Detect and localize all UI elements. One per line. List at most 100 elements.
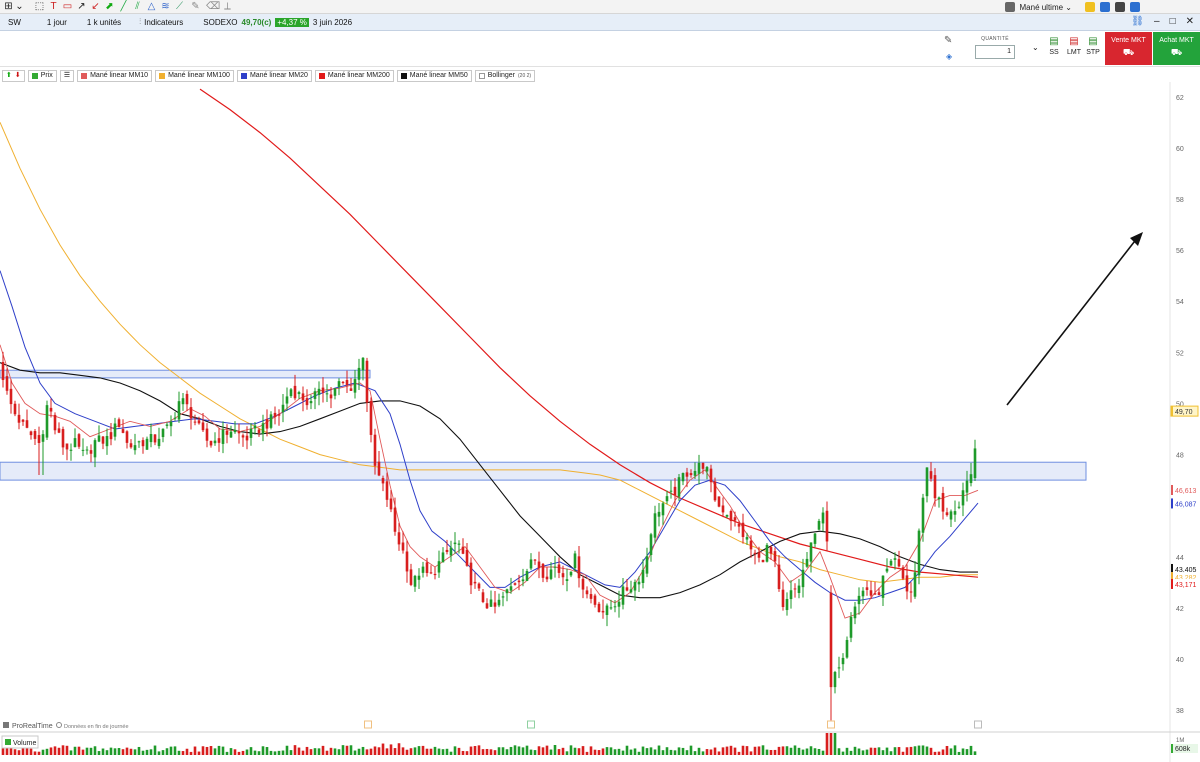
candle-body [573,553,577,569]
legend-mm50[interactable]: Mané linear MM50 [396,69,472,82]
save-icon[interactable] [1004,2,1015,12]
order-stp-icon: ▤ [1088,36,1098,47]
price-tag-marker [1171,485,1173,496]
price-candle [45,400,49,440]
ticker-select[interactable]: SW [8,18,21,27]
volume-bar [1,747,5,755]
volume-bar [337,749,341,755]
volume-bar [165,748,169,755]
candle-body [665,496,669,502]
volume-bar [557,749,561,755]
units-select[interactable]: 1 k unités [87,18,121,27]
pencil-icon[interactable]: ✎ [190,1,201,12]
screen-icon[interactable] [1115,2,1125,12]
eraser-icon[interactable]: ⌫ [206,1,220,12]
quantity-input[interactable]: 1 [975,45,1015,59]
workspace-controls: Mané ultime ⌄ [1004,1,1140,13]
legend-mm200[interactable]: Mané linear MM200 [314,69,394,82]
volume-bar [941,749,945,755]
candle-body [69,449,73,451]
price-tag-marker [1171,578,1173,589]
volume-bar [253,750,257,755]
y-tick-label: 40 [1176,657,1184,664]
volume-bar [553,745,557,755]
period-select[interactable]: 1 jour [47,18,67,27]
volume-bar [877,747,881,755]
volume-bar [417,746,421,755]
candle-direction-toggle[interactable]: ⬆ ⬇ [2,69,25,82]
candle-body [737,523,741,527]
minimize-icon[interactable]: – [1154,16,1160,27]
arrow-up-icon[interactable]: ⬈ [104,1,115,12]
measure-icon[interactable]: ⟋ [174,1,185,12]
arrow-icon[interactable]: ↗ [76,1,87,12]
candle-body [41,434,45,442]
help-icon[interactable]: ◈ [946,52,952,61]
price-tag-marker [1171,498,1173,509]
stop-order-button[interactable]: ▤ STP [1085,36,1101,56]
legend-mm20[interactable]: Mané linear MM20 [236,69,312,82]
volume-bar [157,751,161,755]
volume-bar [353,750,357,755]
event-marker-icon [974,720,982,729]
candle-body [105,436,109,447]
volume-bar [781,746,785,755]
ss-label: SS [1049,49,1059,56]
link-icon[interactable]: ⛓ [1131,16,1144,27]
legend-mm100[interactable]: Mané linear MM100 [155,69,234,82]
maximize-icon[interactable]: □ [1170,16,1176,27]
close-icon[interactable]: ✕ [1186,16,1194,27]
candle-body [1,362,5,381]
limit-order-button[interactable]: ▤ LMT [1066,36,1082,56]
candle-body [349,388,353,391]
candle-body [849,616,853,638]
candle-body [453,542,457,545]
volume-bar [825,733,829,755]
line-icon[interactable]: ╱ [118,1,129,12]
legend-bollinger[interactable]: Bollinger (20 2) [474,69,536,82]
legend-mm10[interactable]: Mané linear MM10 [77,69,153,82]
text-icon[interactable]: T [48,1,59,12]
legend-prix[interactable]: Prix [27,69,57,82]
volume-bar [597,750,601,755]
candle-body [793,588,797,590]
candle-body [937,497,941,500]
volume-bar [125,747,129,755]
candle-body [857,595,861,605]
volume-bar [533,750,537,755]
edit-icon[interactable]: ✎ [944,35,952,46]
legend-settings[interactable]: ☰ [59,69,75,82]
candle-body [477,583,481,589]
chat-icon[interactable] [1100,2,1110,12]
settings-icon[interactable] [1130,2,1140,12]
volume-bar [569,745,573,755]
indicators-icon[interactable]: ⫶ [139,17,141,27]
flag-icon[interactable] [1085,2,1095,12]
candle-body [165,424,169,426]
rectangle-icon[interactable]: ▭ [62,1,73,12]
ruler-icon[interactable]: ⟂ [222,1,233,12]
arrow-down-icon[interactable]: ↙ [90,1,101,12]
candle-body [769,547,773,554]
candle-body [149,434,153,443]
buy-market-button[interactable]: Achat MKT ⛟ [1153,32,1200,65]
candle-body [37,435,41,444]
stop-loss-button[interactable]: ▤ SS [1046,36,1062,56]
candle-body [229,431,233,438]
volume-bar [241,750,245,755]
sell-market-button[interactable]: Vente MKT ⛟ [1105,32,1152,65]
indicators-button[interactable]: Indicateurs [144,18,183,27]
volume-bar [365,749,369,755]
chevron-down-icon[interactable]: ⌄ [14,1,25,12]
workspace-select[interactable]: Mané ultime ⌄ [1020,3,1073,12]
volume-bar [845,747,849,755]
cursor-icon[interactable]: ⬚ [34,1,45,12]
candle-body [669,490,673,492]
price-chart[interactable]: 38404244464850525456586062 49,7046,61346… [0,82,1200,762]
grid-icon[interactable]: ⊞ [3,1,14,12]
chevron-down-icon[interactable]: ⌄ [1032,43,1039,52]
candle-body [45,405,49,438]
fibonacci-icon[interactable]: ≋ [160,1,171,12]
triangle-icon[interactable]: △ [146,1,157,12]
channel-icon[interactable]: ⫽ [132,1,143,12]
